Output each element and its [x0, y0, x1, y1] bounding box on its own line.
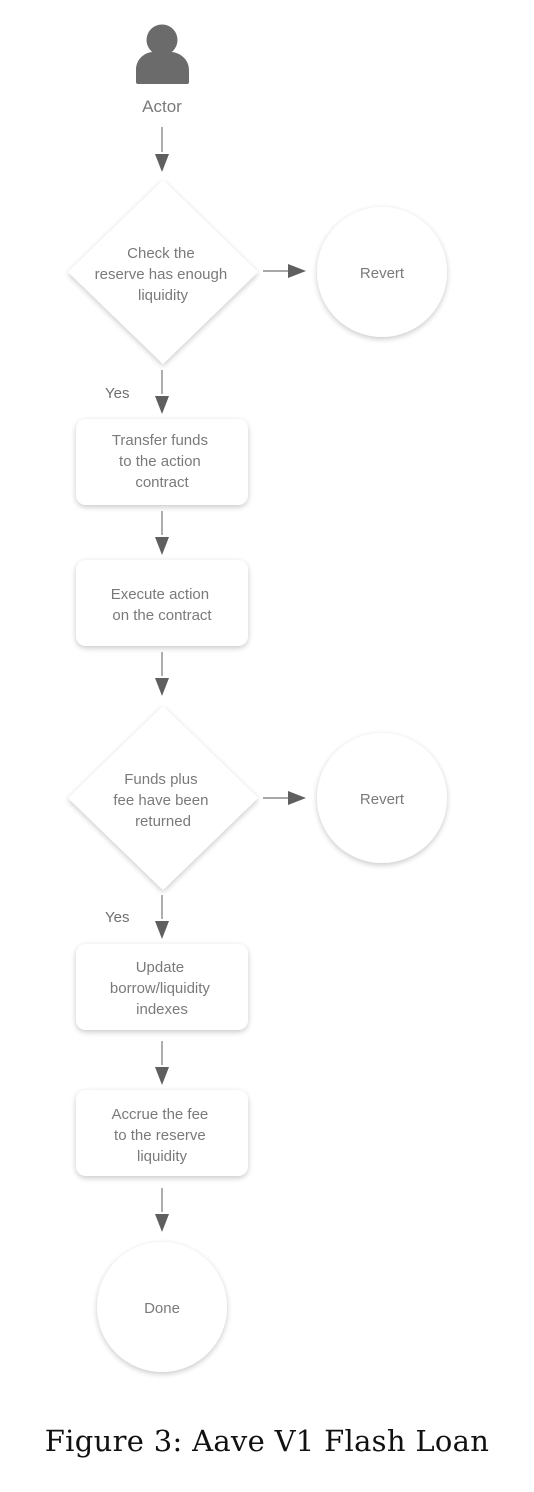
edge-check-to-revert	[263, 264, 306, 278]
step-execute-action	[76, 560, 248, 646]
arrowhead-icon	[155, 921, 169, 939]
arrowhead-icon	[155, 154, 169, 172]
figure-caption: Figure 3: Aave V1 Flash Loan	[44, 1424, 490, 1458]
flash-loan-flowchart: Actor Check the reserve has enough liqui…	[68, 24, 447, 1372]
revert-1-text: Revert	[360, 265, 405, 282]
edge-label-yes-1: Yes	[105, 385, 129, 402]
edge-funds-returned-to-revert	[263, 791, 306, 805]
edge-funds-returned-to-update	[155, 895, 169, 939]
arrowhead-icon	[155, 678, 169, 696]
arrowhead-icon	[288, 264, 306, 278]
arrowhead-icon	[155, 1214, 169, 1232]
arrowhead-icon	[288, 791, 306, 805]
arrowhead-icon	[155, 1067, 169, 1085]
edge-check-to-transfer	[155, 370, 169, 414]
actor-label: Actor	[142, 97, 182, 116]
arrowhead-icon	[155, 396, 169, 414]
arrowhead-icon	[155, 537, 169, 555]
edge-accrue-to-done	[155, 1188, 169, 1232]
done-text: Done	[144, 1300, 180, 1317]
edge-update-to-accrue	[155, 1041, 169, 1085]
actor: Actor	[136, 24, 189, 116]
edge-actor-to-check	[155, 127, 169, 172]
edge-transfer-to-execute	[155, 511, 169, 555]
revert-2-text: Revert	[360, 791, 405, 808]
edge-label-yes-2: Yes	[105, 909, 129, 926]
edge-execute-to-funds-returned	[155, 652, 169, 696]
person-icon	[136, 24, 189, 84]
